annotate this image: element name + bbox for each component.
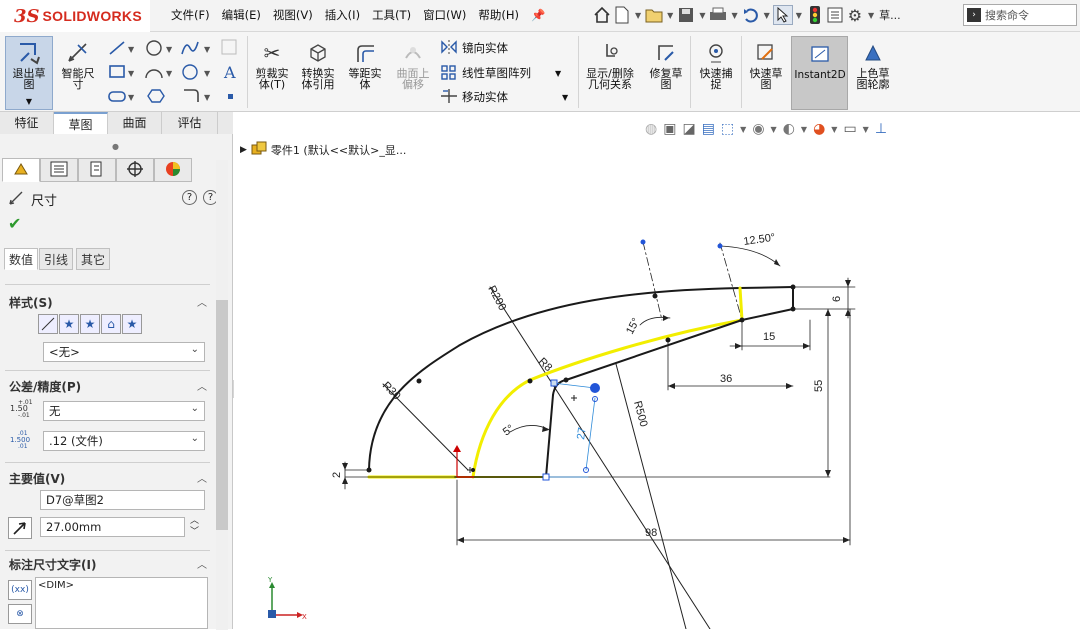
angle-arc-12 (719, 245, 781, 267)
inner-vertical-line[interactable] (545, 394, 554, 478)
dim-angle-12-5: 12.50° (743, 232, 776, 248)
dim-angle-15: 15° (624, 316, 642, 336)
r200-leader-line (489, 286, 711, 629)
centerline (719, 242, 743, 321)
dim-36: 36 (720, 373, 732, 385)
r500-leader-line (615, 363, 687, 629)
dimension-texts: R200 R30 R8 R500 12.50° 15° 5° 6 15 36 5… (331, 232, 843, 539)
centerline (642, 241, 663, 321)
top-line[interactable] (739, 286, 794, 289)
dim-98: 98 (645, 527, 657, 539)
dim-2: 2 (331, 472, 343, 478)
dim-6: 6 (831, 296, 843, 302)
dim-angle-5: 5° (501, 423, 517, 439)
svg-text:Y: Y (267, 576, 273, 584)
dim-15: 15 (763, 331, 775, 343)
coordinate-triad-icon: Y X (267, 576, 307, 621)
dim-27-selected: 27 (575, 427, 589, 441)
sketch-drawing[interactable]: R200 R30 R8 R500 12.50° 15° 5° 6 15 36 5… (0, 0, 1080, 629)
dim-r30: R30 (380, 380, 403, 403)
svg-text:X: X (302, 613, 307, 621)
dim-55: 55 (813, 380, 825, 392)
dim-r500: R500 (631, 400, 649, 429)
inner-profile-selected[interactable] (471, 318, 744, 479)
blue-extension (552, 382, 596, 389)
outer-profile-arc[interactable] (368, 287, 741, 471)
inner-step-line[interactable] (741, 308, 794, 321)
dim-r200: R200 (485, 284, 508, 313)
inner-sloped-line[interactable] (565, 319, 743, 381)
connector-selected[interactable] (738, 286, 744, 322)
sketch-points[interactable] (366, 239, 796, 481)
